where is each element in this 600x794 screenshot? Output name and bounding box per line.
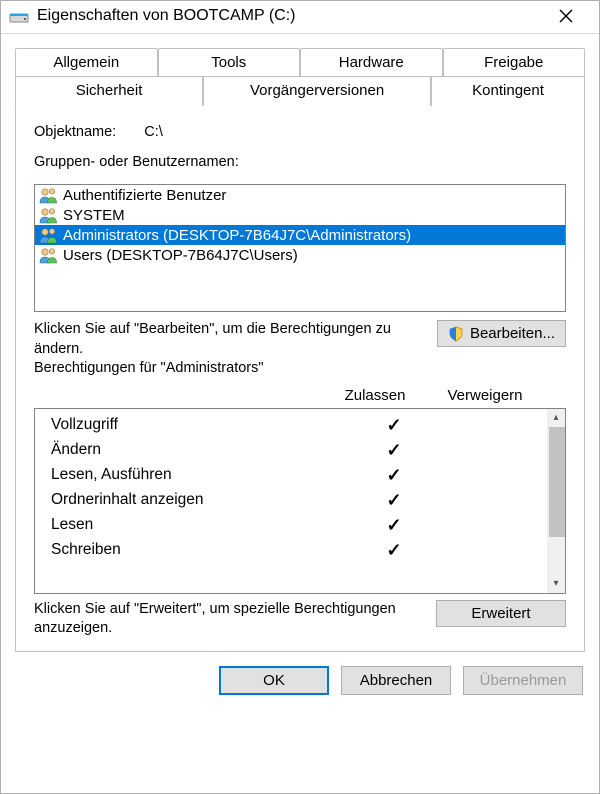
users-icon: [39, 186, 59, 204]
users-icon: [39, 246, 59, 264]
drive-icon: [9, 7, 29, 25]
user-list-item[interactable]: Authentifizierte Benutzer: [35, 185, 565, 205]
tab-freigabe[interactable]: Freigabe: [443, 48, 586, 77]
apply-button[interactable]: Übernehmen: [463, 666, 583, 695]
tab-sicherheit[interactable]: Sicherheit: [15, 76, 203, 106]
permission-row: Lesen, Ausführen ✓: [51, 463, 541, 488]
column-deny: Verweigern: [430, 387, 540, 404]
permission-allow-cell: ✓: [345, 491, 443, 510]
user-list-item-label: Users (DESKTOP-7B64J7C\Users): [63, 247, 298, 264]
cancel-button[interactable]: Abbrechen: [341, 666, 451, 695]
permission-name: Ordnerinhalt anzeigen: [51, 491, 345, 509]
tab-kontingent[interactable]: Kontingent: [431, 76, 585, 106]
edit-button[interactable]: Bearbeiten...: [437, 320, 566, 347]
permission-allow-cell: ✓: [345, 466, 443, 485]
scroll-up-arrow[interactable]: ▴: [547, 409, 565, 427]
tab-tools[interactable]: Tools: [158, 48, 301, 77]
permission-row: Ändern ✓: [51, 438, 541, 463]
shield-icon: [448, 326, 464, 342]
permissions-list: Vollzugriff✓Ändern✓Lesen, Ausführen✓Ordn…: [34, 408, 566, 594]
tab-vorgaengerversionen[interactable]: Vorgängerversionen: [203, 76, 431, 106]
window-title: Eigenschaften von BOOTCAMP (C:): [37, 7, 295, 25]
scroll-down-arrow[interactable]: ▾: [547, 575, 565, 593]
edit-hint-text: Klicken Sie auf "Bearbeiten", um die Ber…: [34, 321, 391, 357]
check-icon: ✓: [386, 490, 401, 510]
check-icon: ✓: [386, 465, 401, 485]
dialog-button-bar: OK Abbrechen Übernehmen: [1, 652, 599, 711]
permission-allow-cell: ✓: [345, 541, 443, 560]
permission-allow-cell: ✓: [345, 416, 443, 435]
permission-row: Lesen ✓: [51, 513, 541, 538]
permission-name: Vollzugriff: [51, 416, 345, 434]
advanced-button[interactable]: Erweitert: [436, 600, 566, 627]
scroll-thumb[interactable]: [549, 427, 566, 537]
user-list-item[interactable]: SYSTEM: [35, 205, 565, 225]
tab-hardware[interactable]: Hardware: [300, 48, 443, 77]
close-button[interactable]: [559, 9, 587, 23]
user-list-item[interactable]: Users (DESKTOP-7B64J7C\Users): [35, 245, 565, 265]
object-name-value: C:\: [144, 124, 163, 140]
user-list-item[interactable]: Administrators (DESKTOP-7B64J7C\Administ…: [35, 225, 565, 245]
permission-row: Schreiben ✓: [51, 538, 541, 563]
user-list-item-label: Administrators (DESKTOP-7B64J7C\Administ…: [63, 227, 411, 244]
groups-users-label: Gruppen- oder Benutzernamen:: [34, 154, 566, 170]
user-list[interactable]: Authentifizierte Benutzer SYSTEM Administr…: [34, 184, 566, 312]
permission-row: Ordnerinhalt anzeigen ✓: [51, 488, 541, 513]
permission-name: Lesen, Ausführen: [51, 466, 345, 484]
object-name-label: Objektname:: [34, 124, 116, 140]
permission-allow-cell: ✓: [345, 516, 443, 535]
permission-row: Vollzugriff ✓: [51, 413, 541, 438]
user-list-item-label: SYSTEM: [63, 207, 125, 224]
column-allow: Zulassen: [320, 387, 430, 404]
edit-button-label: Bearbeiten...: [470, 325, 555, 342]
users-icon: [39, 206, 59, 224]
tab-strip: Allgemein Tools Hardware Freigabe Sicher…: [15, 48, 585, 106]
permission-allow-cell: ✓: [345, 441, 443, 460]
permission-name: Schreiben: [51, 541, 345, 559]
permission-name: Ändern: [51, 441, 345, 459]
user-list-item-label: Authentifizierte Benutzer: [63, 187, 226, 204]
ok-button[interactable]: OK: [219, 666, 329, 695]
tab-allgemein[interactable]: Allgemein: [15, 48, 158, 77]
permission-name: Lesen: [51, 516, 345, 534]
check-icon: ✓: [386, 515, 401, 535]
check-icon: ✓: [386, 540, 401, 560]
titlebar: Eigenschaften von BOOTCAMP (C:): [1, 1, 599, 34]
tab-panel-security: Objektname: C:\ Gruppen- oder Benutzerna…: [15, 105, 585, 652]
scrollbar[interactable]: ▴ ▾: [547, 409, 565, 593]
users-icon: [39, 226, 59, 244]
advanced-hint-text: Klicken Sie auf "Erweitert", um speziell…: [34, 600, 424, 639]
permissions-for-label: Berechtigungen für "Administrators": [34, 360, 264, 376]
check-icon: ✓: [386, 440, 401, 460]
check-icon: ✓: [386, 415, 401, 435]
